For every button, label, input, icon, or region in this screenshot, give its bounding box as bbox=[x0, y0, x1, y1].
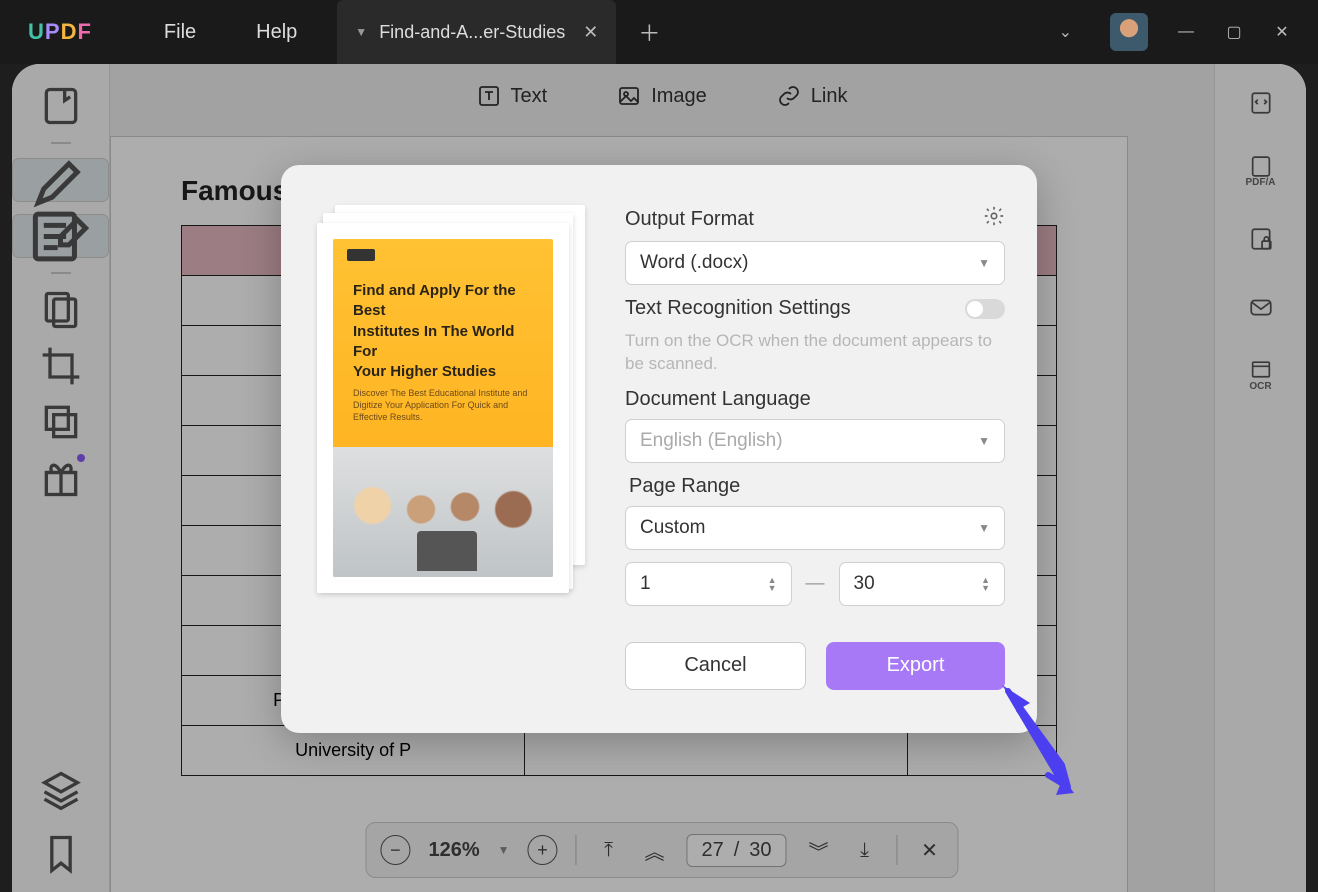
app-logo: UPDF bbox=[28, 19, 92, 45]
language-select[interactable]: English (English)▼ bbox=[625, 419, 1005, 463]
gear-icon[interactable] bbox=[983, 205, 1005, 233]
page-range-label: Page Range bbox=[629, 475, 740, 498]
new-tab-button[interactable]: ＋ bbox=[630, 13, 668, 51]
output-format-select[interactable]: Word (.docx)▼ bbox=[625, 241, 1005, 285]
range-dash: — bbox=[806, 573, 825, 595]
language-label: Document Language bbox=[625, 388, 811, 411]
titlebar: UPDF File Help ▼ Find-and-A...er-Studies… bbox=[0, 0, 1318, 64]
export-button[interactable]: Export bbox=[826, 642, 1005, 690]
ocr-hint: Turn on the OCR when the document appear… bbox=[625, 330, 1005, 376]
window-minimize-icon[interactable]: — bbox=[1176, 23, 1196, 41]
user-avatar[interactable] bbox=[1110, 13, 1148, 51]
ocr-toggle[interactable] bbox=[965, 299, 1005, 319]
chevron-down-icon[interactable]: ⌄ bbox=[1059, 22, 1072, 42]
menu-file[interactable]: File bbox=[164, 21, 196, 44]
cancel-button[interactable]: Cancel bbox=[625, 642, 806, 690]
chevron-down-icon: ▼ bbox=[978, 434, 990, 448]
tab-close-icon[interactable]: ✕ bbox=[583, 22, 598, 43]
output-format-label: Output Format bbox=[625, 208, 754, 231]
window-maximize-icon[interactable]: ▢ bbox=[1224, 22, 1244, 42]
step-down-icon[interactable]: ▼ bbox=[768, 584, 777, 592]
menu-help[interactable]: Help bbox=[256, 21, 297, 44]
ocr-label: Text Recognition Settings bbox=[625, 297, 851, 320]
document-preview: Find and Apply For the BestInstitutes In… bbox=[317, 205, 597, 705]
window-close-icon[interactable]: ✕ bbox=[1272, 22, 1292, 42]
tab-dropdown-icon[interactable]: ▼ bbox=[355, 25, 367, 39]
export-modal: Find and Apply For the BestInstitutes In… bbox=[281, 165, 1037, 733]
step-down-icon[interactable]: ▼ bbox=[981, 584, 990, 592]
range-to-input[interactable]: 30▲▼ bbox=[839, 562, 1006, 606]
document-tab[interactable]: ▼ Find-and-A...er-Studies ✕ bbox=[337, 0, 616, 64]
tab-title: Find-and-A...er-Studies bbox=[379, 22, 565, 43]
chevron-down-icon: ▼ bbox=[978, 256, 990, 270]
range-from-input[interactable]: 1▲▼ bbox=[625, 562, 792, 606]
page-range-select[interactable]: Custom▼ bbox=[625, 506, 1005, 550]
chevron-down-icon: ▼ bbox=[978, 521, 990, 535]
